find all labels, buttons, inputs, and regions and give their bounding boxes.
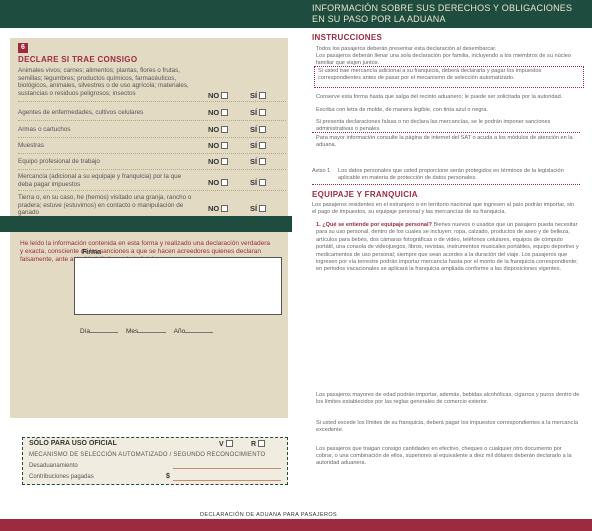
no-label: NO (208, 157, 220, 166)
dia-label: Día (80, 328, 91, 335)
official-title: SÓLO PARA USO OFICIAL (29, 440, 117, 447)
instruction-item: Escriba con letra de molde, de manera le… (316, 107, 488, 113)
mes-label: Mes (125, 328, 139, 335)
question-row: Animales vivos; carnes; alimentos; plant… (18, 67, 286, 103)
official-row-1: MECANISMO DE SELECCIÓN AUTOMATIZADO / SE… (29, 452, 266, 458)
firma-label: Firma (82, 249, 102, 256)
footer-band (0, 519, 592, 531)
si-checkbox[interactable] (259, 205, 267, 212)
r-checkbox[interactable] (258, 440, 266, 447)
no-checkbox[interactable] (221, 126, 229, 133)
si-checkbox[interactable] (259, 109, 267, 116)
no-checkbox[interactable] (221, 158, 229, 165)
si-checkbox[interactable] (259, 158, 267, 165)
question-row: Tierra o, en su caso, he (hemos) visitad… (18, 193, 286, 217)
header-band: INFORMACIÓN SOBRE SUS DERECHOS Y OBLIGAC… (0, 0, 592, 28)
aviso-text: Los datos personales que usted proporcio… (338, 168, 564, 181)
no-checkbox[interactable] (221, 92, 229, 99)
si-label: SÍ (250, 178, 258, 187)
r-label: R (251, 441, 257, 448)
item-1-lead: 1. ¿Qué se entiende por equipaje persona… (316, 222, 432, 228)
anio-field[interactable] (185, 332, 214, 333)
si-label: SÍ (250, 91, 258, 100)
signature-field[interactable] (74, 257, 282, 315)
no-checkbox[interactable] (221, 205, 229, 212)
official-row-2: Desaduanamiento (29, 463, 78, 469)
question-text: Tierra o, en su caso, he (hemos) visitad… (18, 194, 192, 217)
question-text: Agentes de enfermedades, cultivos celula… (18, 109, 144, 116)
question-text: Armas o cartuchos (18, 126, 71, 133)
section-divider-band (0, 216, 292, 232)
divider (18, 190, 286, 191)
v-checkbox[interactable] (225, 440, 233, 447)
question-row: Mercancía (adicional a su equipaje y fra… (18, 171, 286, 191)
official-use-box: SÓLO PARA USO OFICIAL V R MECANISMO DE S… (22, 437, 288, 485)
equipaje-item-1: 1. ¿Qué se entiende por equipaje persona… (316, 222, 580, 274)
si-label: SÍ (250, 141, 258, 150)
official-line-2[interactable] (173, 468, 281, 469)
dotted-divider (312, 184, 580, 185)
si-label: SÍ (250, 108, 258, 117)
instruction-item: Si usted trae mercancía adicional a su f… (318, 68, 542, 81)
question-text: Animales vivos; carnes; alimentos; plant… (18, 67, 189, 97)
v-label: V (219, 441, 224, 448)
si-checkbox[interactable] (259, 179, 267, 186)
no-label: NO (208, 204, 220, 213)
paragraph: Si usted excede los límites de su franqu… (316, 420, 579, 433)
question-text: Muestras (18, 142, 44, 149)
aviso-label: Aviso 1 (312, 168, 331, 174)
question-row: Muestras NO SÍ (18, 138, 286, 154)
instruction-item: Los pasajeros deberán llenar una sola de… (316, 53, 571, 66)
no-checkbox[interactable] (221, 142, 229, 149)
si-checkbox[interactable] (259, 126, 267, 133)
instrucciones-title: INSTRUCCIONES (312, 33, 383, 42)
instruction-item: Para mayor información consulte la págin… (316, 135, 573, 148)
no-label: NO (208, 125, 220, 134)
divider (18, 169, 286, 170)
si-label: SÍ (250, 125, 258, 134)
no-label: NO (208, 178, 220, 187)
date-fields: Día Mes Año (80, 328, 219, 335)
no-label: NO (208, 141, 220, 150)
header-title: INFORMACIÓN SOBRE SUS DERECHOS Y OBLIGAC… (312, 3, 573, 24)
item-1-text: Bienes nuevos o usados que un pasajero p… (316, 222, 579, 273)
si-checkbox[interactable] (259, 142, 267, 149)
anio-label: Año (173, 328, 186, 335)
si-label: SÍ (250, 157, 258, 166)
equipaje-title: EQUIPAJE Y FRANQUICIA (312, 190, 418, 199)
paragraph: Los pasajeros que traigan consigo cantid… (316, 446, 572, 466)
no-label: NO (208, 108, 220, 117)
official-line-3[interactable] (173, 480, 281, 481)
no-label: NO (208, 91, 220, 100)
dollar-sign: $ (166, 473, 170, 480)
section-title: DECLARE SI TRAE CONSIGO (18, 55, 138, 64)
dotted-divider (312, 132, 580, 133)
instruction-item: Conserve esta forma hasta que salga del … (316, 94, 563, 100)
question-text: Equipo profesional de trabajo (18, 158, 100, 165)
divider (18, 120, 286, 121)
question-row: Equipo profesional de trabajo NO SÍ (18, 154, 286, 170)
paragraph: Los pasajeros mayores de edad podrán imp… (316, 392, 580, 405)
footer-text: DECLARACIÓN DE ADUANA PARA PASAJEROS (200, 512, 338, 518)
mes-field[interactable] (138, 332, 167, 333)
equipaje-intro: Los pasajeros residentes en el extranjer… (312, 202, 575, 215)
section-number: 6 (18, 43, 28, 53)
si-checkbox[interactable] (259, 92, 267, 99)
question-text: Mercancía (adicional a su equipaje y fra… (18, 173, 182, 188)
official-row-3: Contribuciones pagadas (29, 474, 94, 480)
si-label: SÍ (250, 204, 258, 213)
no-checkbox[interactable] (221, 109, 229, 116)
instruction-item: Todos los pasajeros deberán presentar es… (316, 46, 497, 52)
divider (18, 101, 286, 102)
question-row: Agentes de enfermedades, cultivos celula… (18, 106, 286, 122)
question-row: Armas o cartuchos NO SÍ (18, 122, 286, 138)
dia-field[interactable] (90, 332, 119, 333)
instruction-item: Si presenta declaraciones falsas o no de… (316, 119, 551, 132)
no-checkbox[interactable] (221, 179, 229, 186)
